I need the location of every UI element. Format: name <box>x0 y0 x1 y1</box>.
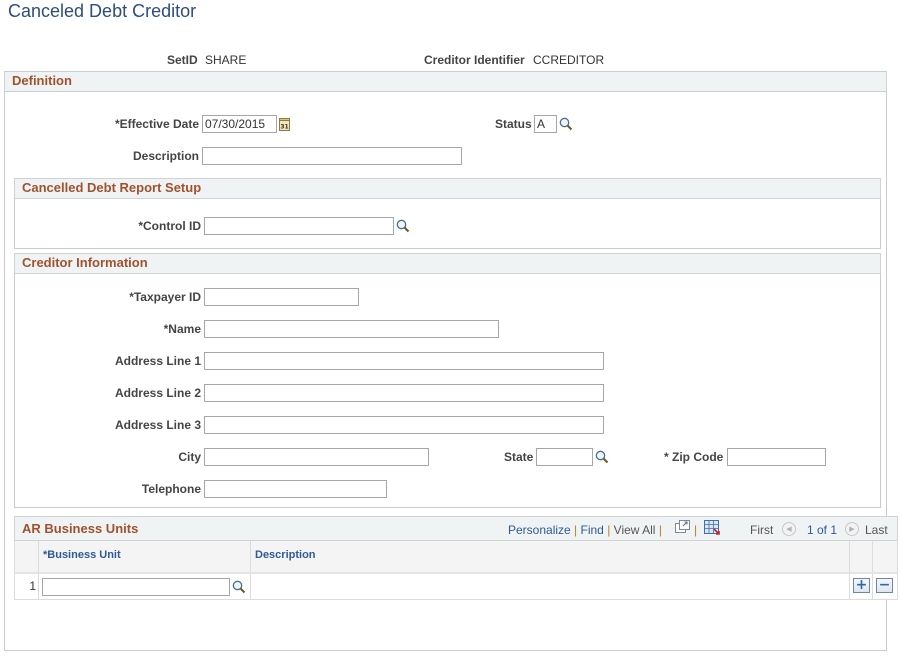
zip-code-input[interactable] <box>727 448 826 466</box>
address-line-2-input[interactable] <box>204 384 604 402</box>
control-id-lookup-icon[interactable] <box>396 219 410 233</box>
separator: | <box>607 523 611 537</box>
city-input[interactable] <box>204 448 429 466</box>
control-id-input[interactable] <box>204 217 394 235</box>
first-link[interactable]: First <box>750 522 773 538</box>
status-label: Status <box>495 117 532 131</box>
creditor-info-header: Creditor Information <box>14 253 881 274</box>
control-id-label: *Control ID <box>138 219 201 233</box>
status-lookup-icon[interactable] <box>559 117 573 131</box>
address-line-1-input[interactable] <box>204 352 604 370</box>
state-lookup-icon[interactable] <box>595 450 609 464</box>
definition-title: Definition <box>12 73 72 88</box>
address-line-3-label: Address Line 3 <box>114 418 201 432</box>
telephone-input[interactable] <box>204 480 387 498</box>
download-grid-icon[interactable] <box>704 520 720 538</box>
name-label: *Name <box>163 322 201 336</box>
ar-grid-header: AR Business Units Personalize | Find | V… <box>14 516 898 541</box>
zip-code-label: * Zip Code <box>664 450 724 464</box>
add-row-button[interactable]: + <box>853 578 870 593</box>
creditor-identifier-label: Creditor Identifier <box>424 53 525 67</box>
delete-column-header <box>873 541 898 572</box>
address-line-3-input[interactable] <box>204 416 604 434</box>
add-row-cell: + <box>850 574 873 600</box>
column-header-description[interactable]: Description <box>251 541 850 572</box>
report-setup-title: Cancelled Debt Report Setup <box>22 180 202 195</box>
row-number-header <box>14 541 39 572</box>
next-icon[interactable]: ▶ <box>845 521 859 536</box>
city-label: City <box>178 450 201 464</box>
new-window-icon[interactable] <box>675 520 690 536</box>
definition-header: Definition <box>4 71 887 92</box>
previous-icon[interactable]: ◀ <box>782 521 796 536</box>
taxpayer-id-label: *Taxpayer ID <box>129 290 201 304</box>
separator: | <box>694 523 698 537</box>
page-title: Canceled Debt Creditor <box>8 1 197 21</box>
telephone-label: Telephone <box>141 482 201 496</box>
name-input[interactable] <box>204 320 499 338</box>
column-header-business-unit[interactable]: *Business Unit <box>39 541 251 572</box>
personalize-link[interactable]: Personalize <box>508 523 571 537</box>
creditor-info-title: Creditor Information <box>22 255 148 270</box>
delete-row-cell: − <box>873 574 898 600</box>
state-input[interactable] <box>536 448 593 466</box>
table-row: 1 <box>14 574 39 600</box>
setid-value: SHARE <box>205 53 247 67</box>
address-line-2-label: Address Line 2 <box>114 386 201 400</box>
effective-date-input[interactable] <box>202 115 277 133</box>
status-input[interactable] <box>534 115 557 133</box>
effective-date-label: *Effective Date <box>114 117 199 131</box>
delete-row-button[interactable]: − <box>876 578 893 593</box>
report-setup-header: Cancelled Debt Report Setup <box>14 178 881 199</box>
setid-label: SetID <box>167 53 198 67</box>
business-unit-lookup-icon[interactable] <box>232 580 246 594</box>
business-unit-input[interactable] <box>42 578 230 596</box>
description-label: Description <box>132 149 199 163</box>
address-line-1-label: Address Line 1 <box>114 354 201 368</box>
calendar-icon[interactable]: 31 <box>279 117 291 131</box>
creditor-identifier-value: CCREDITOR <box>533 53 605 67</box>
svg-text:31: 31 <box>280 124 288 131</box>
find-link[interactable]: Find <box>581 523 604 537</box>
row-number: 1 <box>29 579 36 593</box>
view-all-link[interactable]: View All <box>614 523 656 537</box>
ar-grid-title: AR Business Units <box>22 521 139 536</box>
add-column-header <box>850 541 873 572</box>
separator: | <box>658 523 662 537</box>
business-unit-cell <box>39 574 251 600</box>
taxpayer-id-input[interactable] <box>204 288 359 306</box>
last-link[interactable]: Last <box>865 522 888 538</box>
state-label: State <box>504 450 534 464</box>
page-info: 1 of 1 <box>807 523 838 537</box>
description-cell <box>251 574 850 600</box>
description-input[interactable] <box>202 147 462 165</box>
separator: | <box>574 523 578 537</box>
